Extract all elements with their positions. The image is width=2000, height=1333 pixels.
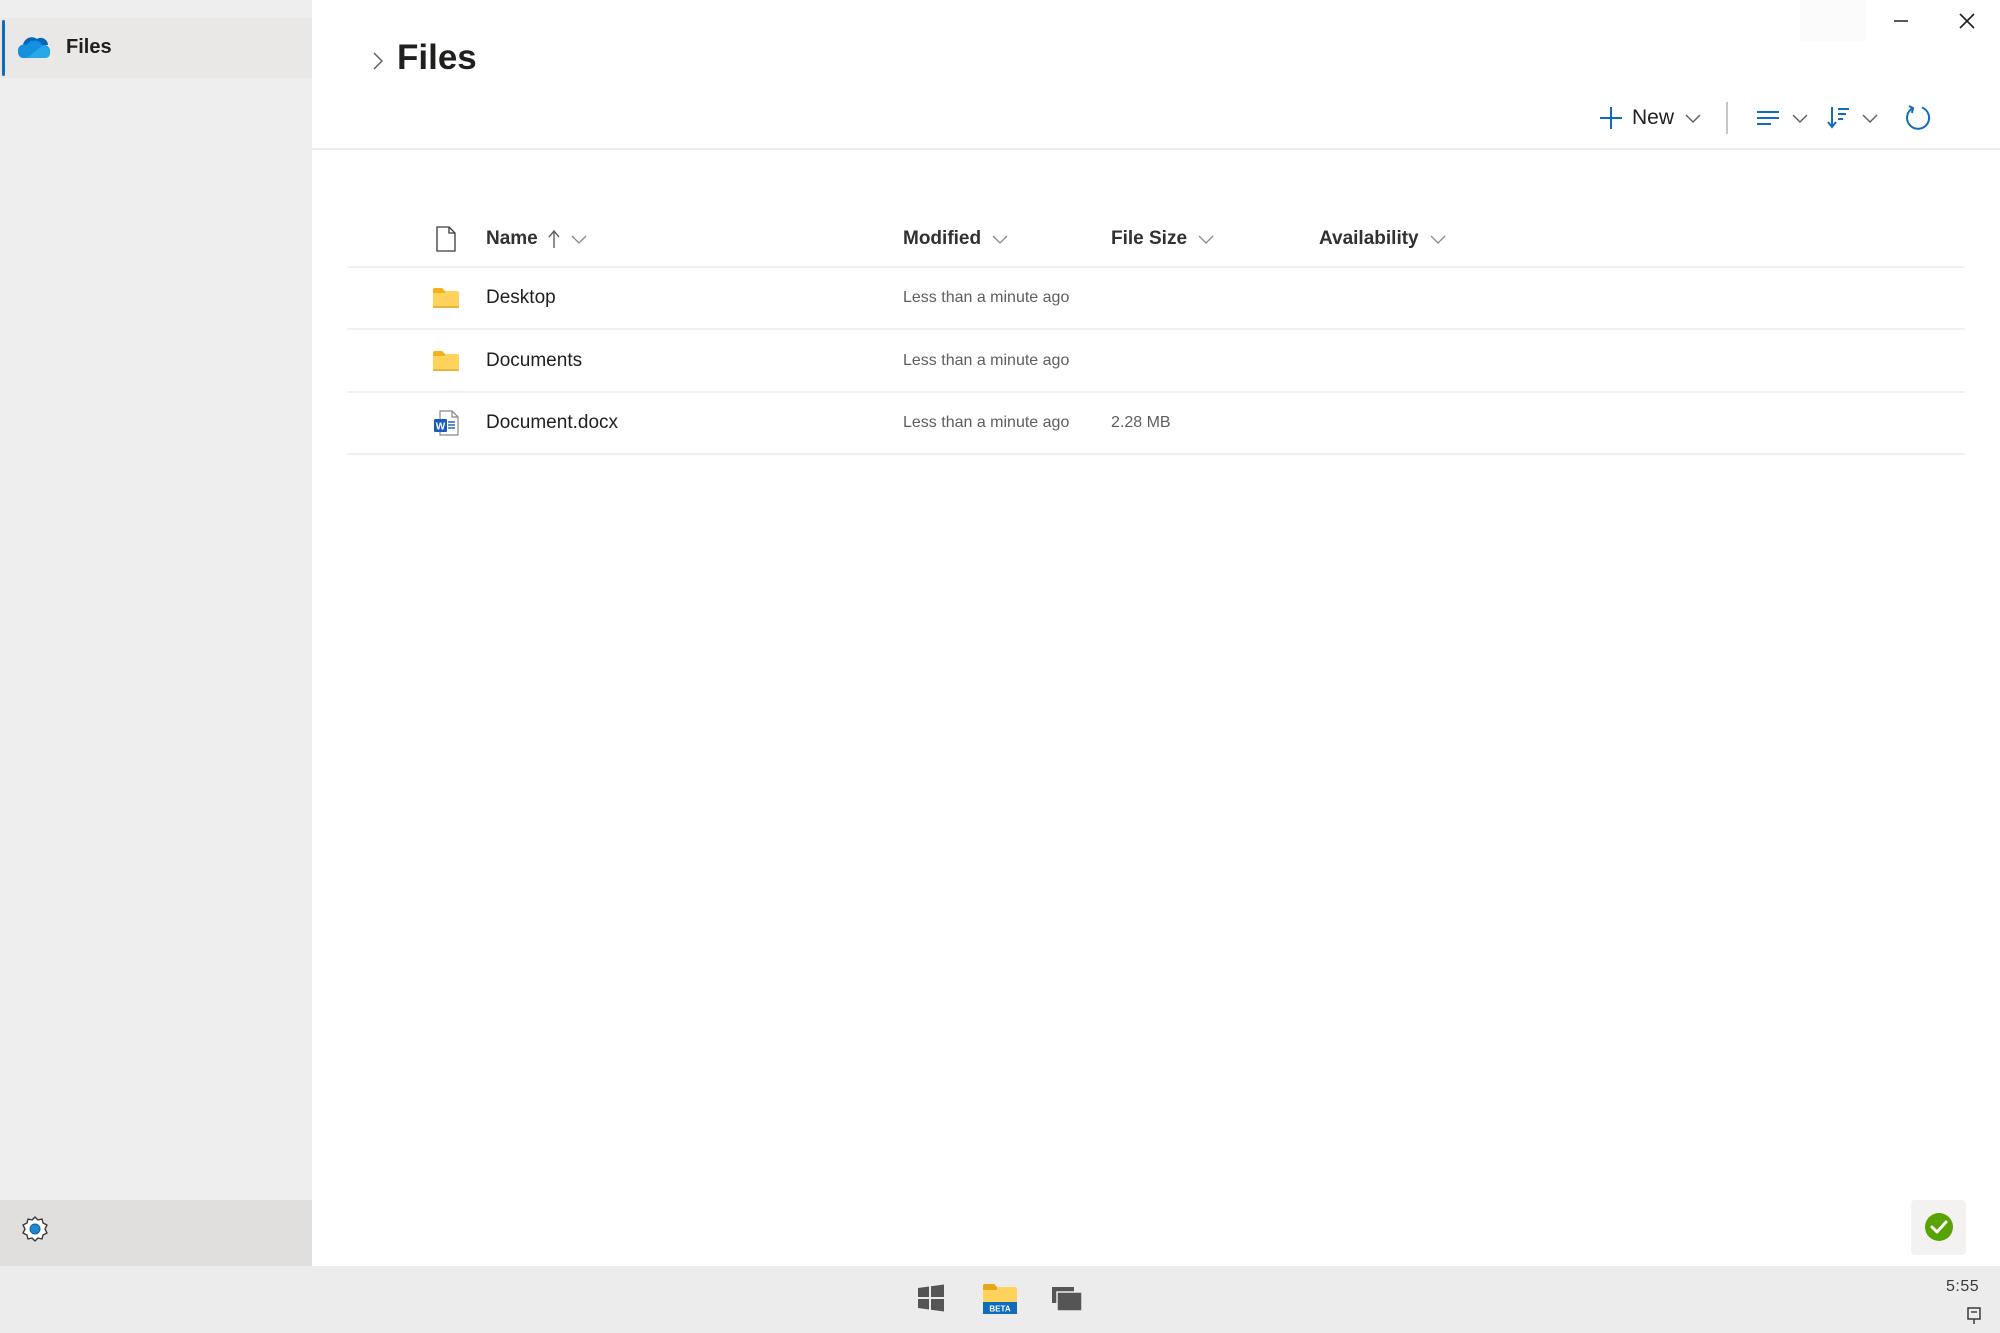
clock[interactable]: 5:55 [1946,1278,1979,1296]
minimize-button[interactable] [1880,4,1922,40]
file-modified: Less than a minute ago [903,414,1070,431]
table-row[interactable]: W Document.docx Less than a minute ago 2… [347,393,1965,455]
table-row[interactable]: Documents Less than a minute ago [347,330,1965,393]
refresh-icon [1906,105,1931,130]
task-view-icon[interactable] [1051,1286,1083,1312]
file-name[interactable]: Desktop [486,268,556,328]
row-icon-cell [431,268,461,328]
folder-icon [433,288,459,308]
minimize-icon [1894,20,1908,22]
header-divider [312,148,2000,150]
taskbar: BETA 5:55 [0,1266,2000,1333]
plug-icon[interactable] [1966,1307,1982,1325]
chevron-down-icon [1430,235,1446,244]
close-icon [1959,13,1975,29]
chevron-down-icon [1685,114,1701,123]
view-options-icon [1757,111,1779,125]
sidebar: Files [0,0,312,1266]
file-list: Name Modified File Size Availability Des… [347,212,1965,455]
new-button[interactable]: New [1598,100,1702,136]
close-button[interactable] [1946,4,1988,40]
column-header-type[interactable] [431,212,461,266]
column-header-availability[interactable]: Availability [1319,212,1447,266]
beta-badge: BETA [989,1305,1010,1314]
sort-icon [1827,107,1849,129]
toolbar-divider [1726,102,1728,134]
table-header-row: Name Modified File Size Availability [347,212,1965,268]
settings-area [0,1200,312,1266]
sort-ascending-arrow-icon [548,229,560,248]
sync-status-button[interactable] [1911,1200,1966,1255]
table-row[interactable]: Desktop Less than a minute ago [347,268,1965,330]
sync-complete-check-icon [1925,1213,1953,1241]
maximize-button[interactable] [1800,0,1866,42]
chevron-right-icon[interactable] [370,50,386,72]
chevron-down-icon [1198,235,1214,244]
sidebar-item-label: Files [66,36,112,58]
row-icon-cell [431,330,461,391]
refresh-button[interactable] [1903,100,1933,136]
chevron-down-icon [1792,114,1808,123]
view-options-button[interactable] [1755,100,1809,136]
selected-indicator [2,20,5,76]
chevron-down-icon [1862,114,1878,123]
svg-text:W: W [436,422,446,433]
chevron-down-icon [571,235,587,244]
column-header-availability-label: Availability [1319,228,1419,249]
file-type-icon [436,226,456,252]
row-icon-cell: W [431,393,461,453]
column-header-modified[interactable]: Modified [903,212,1009,266]
column-header-file-size[interactable]: File Size [1111,212,1215,266]
sort-button[interactable] [1827,100,1879,136]
gear-icon[interactable] [20,1214,50,1244]
file-size: 2.28 MB [1111,414,1171,431]
onedrive-cloud-icon [17,37,51,58]
page-title: Files [397,38,477,77]
column-header-name-label: Name [486,228,538,249]
new-button-label: New [1632,106,1675,129]
plus-icon [1600,107,1622,129]
sidebar-item-files[interactable]: Files [0,18,312,78]
windows-logo-icon[interactable] [916,1283,946,1313]
file-name[interactable]: Document.docx [486,393,618,453]
file-modified: Less than a minute ago [903,289,1070,306]
word-document-icon: W [434,410,459,436]
files-beta-folder-icon[interactable]: BETA [982,1283,1018,1315]
column-header-name[interactable]: Name [486,212,588,266]
chevron-down-icon [992,235,1008,244]
file-modified: Less than a minute ago [903,351,1070,369]
column-header-file-size-label: File Size [1111,228,1188,249]
column-header-modified-label: Modified [903,228,982,249]
file-name[interactable]: Documents [486,330,582,391]
folder-icon [433,350,459,371]
